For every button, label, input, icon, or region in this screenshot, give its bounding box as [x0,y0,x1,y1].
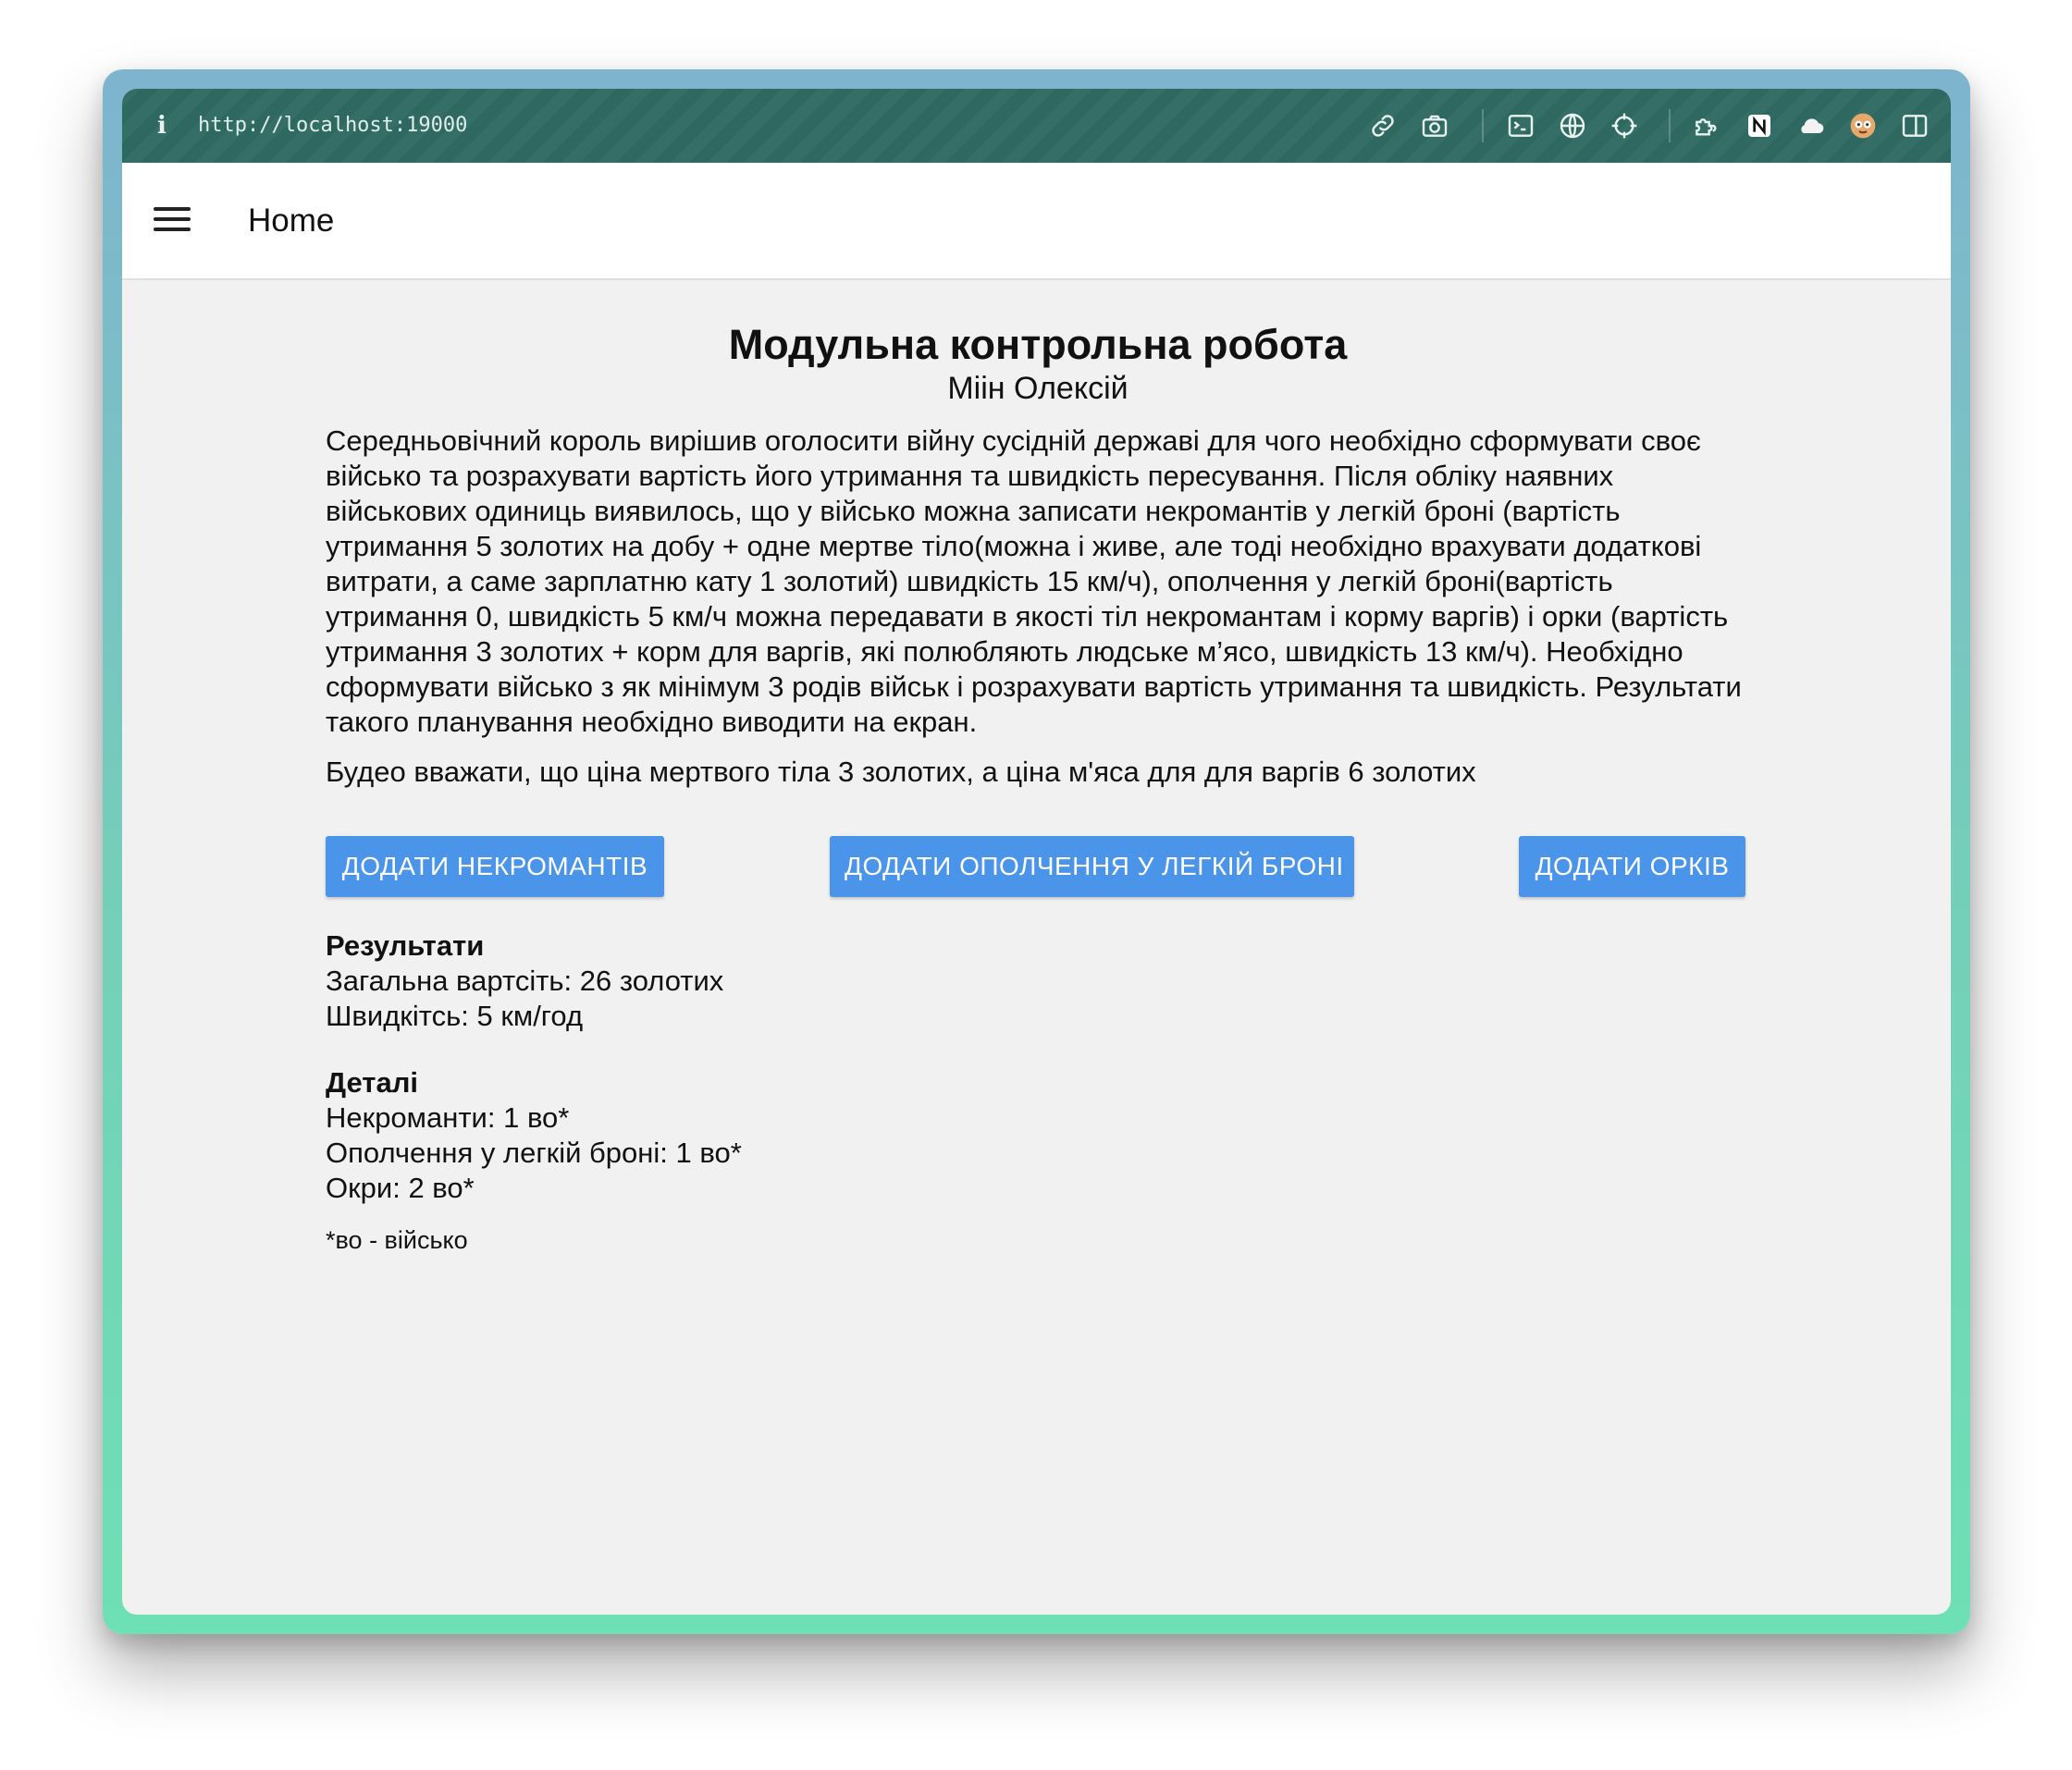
army-speed: Швидкітсь: 5 км/год [326,1000,584,1032]
total-cost: Загальна вартсіть: 26 золотих [326,965,724,997]
terminal-icon[interactable] [1502,107,1539,144]
cloud-icon[interactable] [1793,107,1830,144]
hamburger-menu-icon[interactable] [154,203,191,240]
globe-icon[interactable] [1554,107,1591,144]
pricing-note: Будео вважати, що ціна мертвого тіла 3 з… [326,756,1476,788]
puzzle-icon[interactable] [1688,107,1725,144]
militia-count: Ополчення у легкій броні: 1 во* [326,1137,742,1169]
orcs-count: Окри: 2 во* [326,1172,475,1204]
app-bar: Home [122,163,1951,280]
browser-window: i http://localhost:19000 Home Модульна к… [122,89,1951,1615]
details-section: Деталі Некроманти: 1 во* Ополчення у лег… [326,1065,1750,1206]
add-orcs-button[interactable]: ДОДАТИ ОРКІВ [1519,836,1745,897]
page-title: Home [248,203,335,239]
action-buttons: ДОДАТИ НЕКРОМАНТІВ ДОДАТИ ОПОЛЧЕННЯ У ЛЕ… [326,836,1750,897]
toolbar-divider [1669,109,1671,142]
camera-icon[interactable] [1416,107,1453,144]
results-section: Результати Загальна вартсіть: 26 золотих… [326,928,1750,1034]
url-text[interactable]: http://localhost:19000 [198,111,467,141]
crosshair-icon[interactable] [1606,107,1643,144]
add-necromancers-button[interactable]: ДОДАТИ НЕКРОМАНТІВ [326,836,664,897]
add-militia-button[interactable]: ДОДАТИ ОПОЛЧЕННЯ У ЛЕГКІЙ БРОНІ [830,836,1354,897]
toolbar-divider [1482,109,1484,142]
main-content: Модульна контрольна робота Міін Олексій … [326,320,1750,1256]
task-description: Середньовічний король вирішив оголосити … [326,424,1742,738]
url-bar: i http://localhost:19000 [122,89,1951,163]
sidebar-icon[interactable] [1896,107,1933,144]
necromancers-count: Некроманти: 1 во* [326,1101,570,1134]
author-name: Міін Олексій [947,371,1128,406]
footnote: *во - військо [326,1226,468,1254]
assignment-title: Модульна контрольна робота [728,321,1348,368]
notion-icon[interactable] [1741,107,1778,144]
results-heading: Результати [326,929,485,962]
link-icon[interactable] [1364,107,1401,144]
avatar-icon[interactable] [1844,107,1881,144]
info-icon[interactable]: i [154,109,170,142]
details-heading: Деталі [326,1066,419,1099]
